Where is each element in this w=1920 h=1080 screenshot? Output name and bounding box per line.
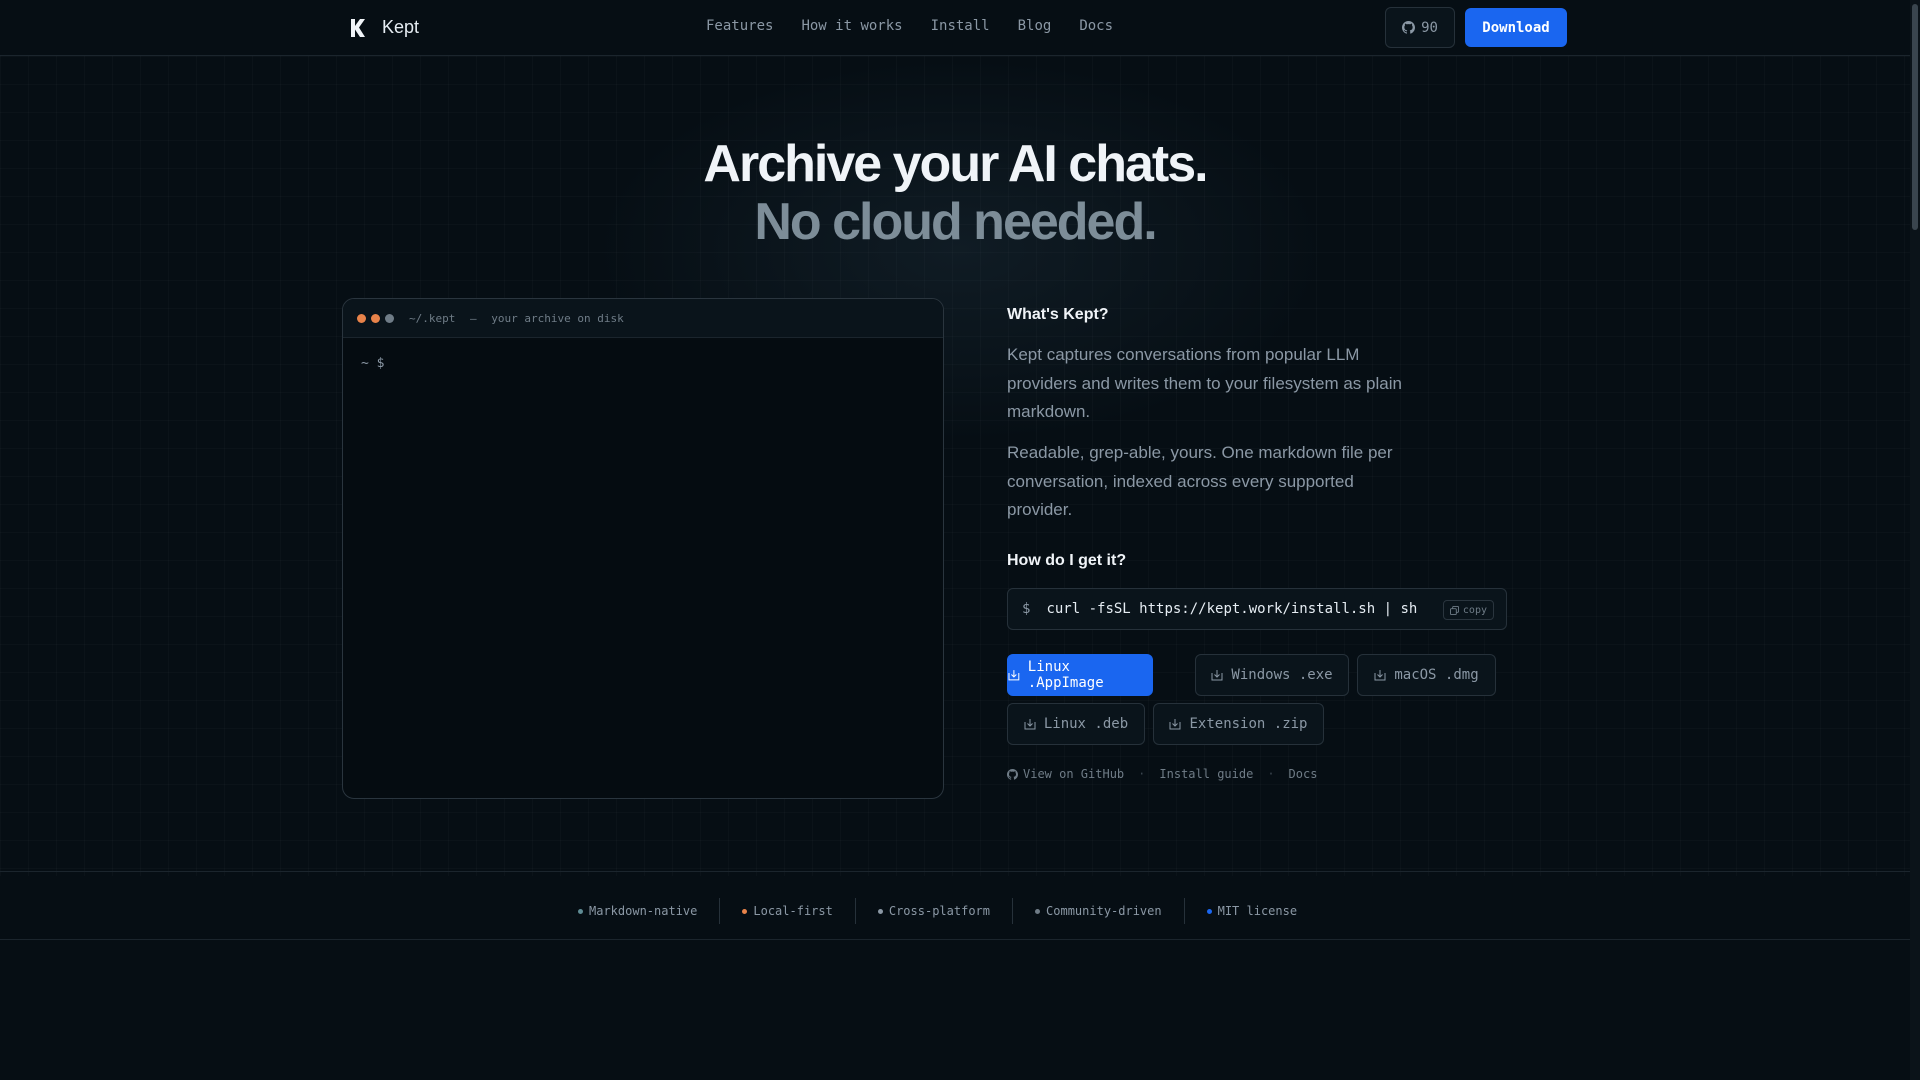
- download-extension-zip-button[interactable]: Extension .zip: [1153, 703, 1324, 745]
- nav-link-how-it-works[interactable]: How it works: [801, 18, 902, 34]
- terminal-caption: your archive on disk: [491, 311, 624, 325]
- nav-links: Features How it works Install Blog Docs: [706, 18, 1113, 34]
- terminal-title: ~/.kept — your archive on disk: [409, 312, 624, 325]
- feature-markdown-native: Markdown-native: [578, 904, 697, 918]
- terminal-dot-1: [357, 313, 366, 323]
- nav-link-install[interactable]: Install: [931, 18, 990, 34]
- download-icon: [1024, 719, 1036, 730]
- download-icon: [1169, 719, 1181, 730]
- download-icon: [1008, 670, 1020, 681]
- scrollbar-thumb[interactable]: [1912, 4, 1918, 230]
- hero-subtitle: No cloud needed.: [754, 193, 1157, 251]
- install-guide-link[interactable]: Install guide: [1159, 767, 1253, 781]
- download-linux-deb-button[interactable]: Linux .deb: [1007, 703, 1145, 745]
- feature-divider: [719, 898, 721, 924]
- about-paragraph-2: Readable, grep-able, yours. One markdown…: [1007, 443, 1393, 519]
- feature-divider: [1012, 898, 1014, 924]
- view-on-github-link[interactable]: View on GitHub: [1023, 767, 1124, 781]
- about-heading: What's Kept?: [1007, 306, 1109, 323]
- feature-local-first: Local-first: [742, 904, 833, 918]
- feature-community-driven: Community-driven: [1035, 904, 1162, 918]
- feature-dot: [742, 908, 748, 914]
- feature-label: Markdown-native: [589, 904, 698, 918]
- install-heading: How do I get it?: [1007, 552, 1127, 569]
- feature-label: Local-first: [753, 904, 833, 918]
- copy-button[interactable]: copy: [1442, 600, 1494, 620]
- feature-divider: [854, 898, 856, 924]
- command-prompt-symbol: $: [1022, 601, 1031, 617]
- feature-list: Markdown-native Local-first Cross-platfo…: [578, 898, 1297, 924]
- feature-label: MIT license: [1217, 904, 1298, 918]
- install-command-box[interactable]: $ curl -fsSL https://kept.work/install.s…: [1007, 588, 1507, 630]
- feature-label: Community-driven: [1046, 904, 1162, 918]
- nav-link-docs[interactable]: Docs: [1079, 18, 1113, 34]
- brand[interactable]: Kept: [350, 17, 419, 38]
- download-label: Windows .exe: [1231, 667, 1333, 683]
- feature-divider: [1183, 898, 1185, 924]
- link-separator: ·: [1267, 767, 1275, 781]
- download-label: Extension .zip: [1189, 716, 1308, 732]
- github-star-count: 90: [1421, 19, 1438, 36]
- download-button[interactable]: Download: [1465, 8, 1567, 47]
- about-paragraph-1: Kept captures conversations from popular…: [1007, 345, 1402, 421]
- brand-name: Kept: [382, 17, 420, 37]
- terminal-dot-3: [385, 313, 394, 323]
- feature-label: Cross-platform: [888, 904, 991, 918]
- terminal-window[interactable]: ~/.kept — your archive on disk ~ $: [342, 298, 944, 799]
- feature-dot: [1206, 908, 1212, 914]
- terminal-titlebar: ~/.kept — your archive on disk: [343, 299, 943, 338]
- download-label: Linux .AppImage: [1027, 659, 1104, 691]
- link-separator: ·: [1138, 767, 1146, 781]
- top-nav: Kept Features How it works Install Blog …: [0, 0, 1910, 56]
- terminal-dash: —: [469, 311, 477, 325]
- feature-strip: Markdown-native Local-first Cross-platfo…: [0, 871, 1910, 940]
- download-macos-dmg-button[interactable]: macOS .dmg: [1357, 654, 1496, 696]
- install-command[interactable]: curl -fsSL https://kept.work/install.sh …: [1046, 601, 1417, 617]
- download-icon: [1374, 670, 1386, 681]
- copy-icon: [1449, 605, 1459, 615]
- download-icon: [1211, 670, 1223, 681]
- secondary-links: View on GitHub · Install guide · Docs: [1007, 767, 1317, 781]
- kept-logo-icon: [351, 18, 365, 37]
- download-label: Linux .deb: [1043, 716, 1129, 732]
- download-label: macOS .dmg: [1394, 667, 1479, 683]
- copy-label: copy: [1462, 604, 1487, 616]
- hero-title: Archive your AI chats.: [703, 135, 1208, 193]
- terminal-body[interactable]: ~ $: [343, 338, 943, 389]
- terminal-dot-2: [371, 313, 380, 323]
- docs-link[interactable]: Docs: [1289, 767, 1318, 781]
- feature-dot: [877, 908, 883, 914]
- github-icon: [1402, 21, 1416, 34]
- download-linux-appimage-button[interactable]: Linux .AppImage: [1007, 654, 1153, 696]
- github-stars-button[interactable]: 90: [1385, 7, 1455, 48]
- github-icon: [1007, 768, 1018, 780]
- download-windows-exe-button[interactable]: Windows .exe: [1195, 654, 1349, 696]
- terminal-prompt: ~ $: [361, 356, 385, 371]
- feature-dot: [1035, 908, 1041, 914]
- feature-mit-license: MIT license: [1206, 904, 1298, 918]
- feature-cross-platform: Cross-platform: [877, 904, 991, 918]
- feature-dot: [578, 908, 583, 914]
- nav-link-features[interactable]: Features: [706, 18, 773, 34]
- terminal-path: ~/.kept: [409, 311, 456, 325]
- nav-link-blog[interactable]: Blog: [1018, 18, 1052, 34]
